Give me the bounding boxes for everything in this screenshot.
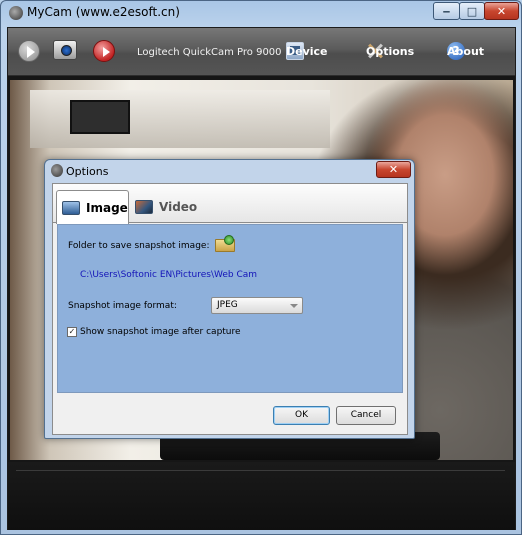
dialog-body: Image Video Folder to save snapshot imag…	[52, 183, 408, 435]
maximize-button[interactable]: □	[459, 2, 485, 20]
status-bar	[8, 462, 515, 530]
folder-path-link[interactable]: C:\Users\Softonic EN\Pictures\Web Cam	[80, 270, 257, 280]
device-menu-button[interactable]: Device	[286, 41, 328, 61]
close-button[interactable]: ✕	[484, 2, 519, 20]
cancel-button[interactable]: Cancel	[336, 406, 396, 425]
tab-image-label: Image	[86, 200, 128, 215]
app-icon	[9, 6, 23, 20]
open-arrow-icon	[224, 235, 234, 245]
dialog-title: Options	[66, 165, 109, 178]
tab-video[interactable]: Video	[135, 190, 197, 224]
tab-image[interactable]: Image	[56, 190, 129, 224]
dialog-app-icon	[51, 164, 63, 177]
options-menu-button[interactable]: Options	[366, 41, 414, 61]
toolbar: Logitech QuickCam Pro 9000 Device Option…	[8, 28, 515, 76]
play-button[interactable]	[18, 40, 40, 62]
show-snapshot-label[interactable]: Show snapshot image after capture	[80, 327, 241, 337]
preview-background-monitor	[70, 100, 130, 134]
chevron-down-icon	[290, 304, 298, 308]
ok-button[interactable]: OK	[273, 406, 330, 425]
show-snapshot-checkbox[interactable]: ✓	[67, 327, 77, 337]
record-button[interactable]	[93, 40, 115, 62]
video-tab-icon	[135, 200, 153, 214]
options-dialog: Options ✕ Image Video Folder to save sna…	[44, 159, 415, 439]
about-label: About	[447, 44, 485, 58]
device-name-label: Logitech QuickCam Pro 9000	[137, 47, 282, 58]
format-dropdown-value: JPEG	[217, 300, 238, 310]
snapshot-camera-button[interactable]	[53, 40, 77, 60]
image-tab-panel: Folder to save snapshot image: C:\Users\…	[57, 224, 403, 393]
image-tab-icon	[62, 200, 80, 215]
minimize-button[interactable]: ‒	[433, 2, 460, 20]
tab-strip: Image Video	[53, 184, 407, 224]
title-bar[interactable]: MyCam (www.e2esoft.cn) ‒ □ ✕	[1, 1, 521, 25]
options-label: Options	[366, 44, 415, 58]
format-dropdown[interactable]: JPEG	[211, 297, 303, 314]
window-title: MyCam (www.e2esoft.cn)	[27, 5, 180, 19]
about-menu-button[interactable]: ? About	[447, 41, 484, 61]
browse-folder-button[interactable]	[215, 235, 237, 253]
app-window: MyCam (www.e2esoft.cn) ‒ □ ✕ Logitech Qu…	[0, 0, 522, 535]
dialog-close-button[interactable]: ✕	[376, 161, 411, 178]
dialog-title-bar[interactable]: Options ✕	[45, 160, 414, 182]
folder-label: Folder to save snapshot image:	[68, 241, 210, 251]
tab-video-label: Video	[159, 200, 198, 214]
device-label: Device	[286, 44, 328, 58]
format-label: Snapshot image format:	[68, 301, 177, 311]
